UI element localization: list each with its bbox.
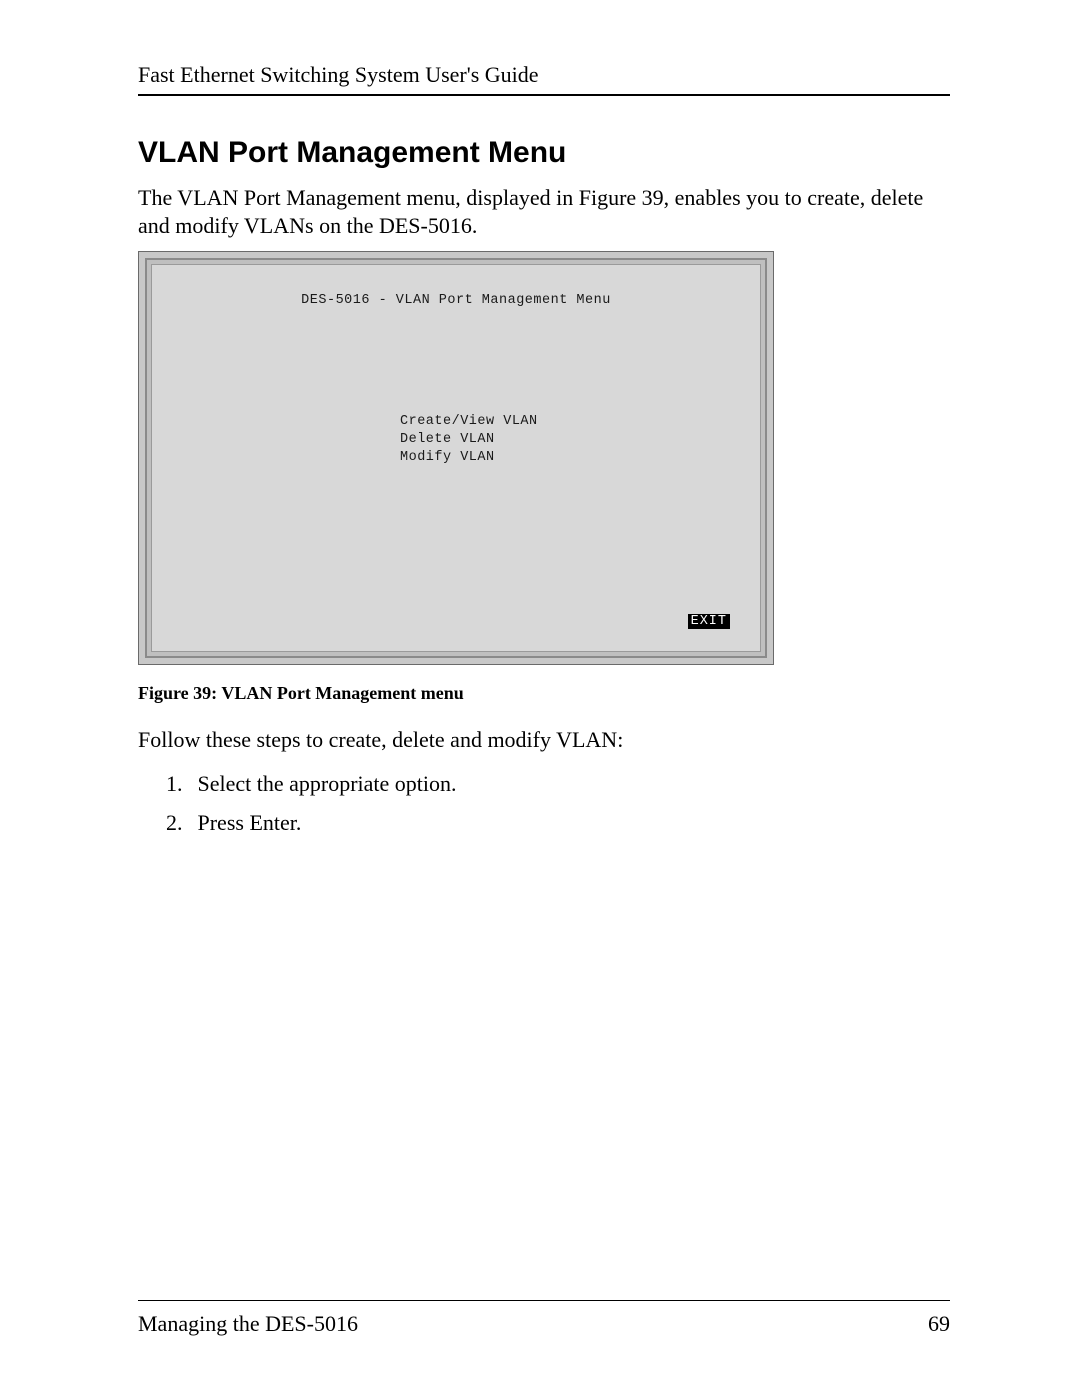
list-number: 2. — [166, 805, 192, 840]
list-number: 1. — [166, 766, 192, 801]
terminal-border-outer: DES-5016 - VLAN Port Management Menu Cre… — [145, 258, 767, 658]
footer-page-number: 69 — [928, 1311, 950, 1337]
terminal-title: DES-5016 - VLAN Port Management Menu — [152, 293, 760, 308]
list-text: Select the appropriate option. — [198, 771, 457, 796]
terminal-menu-item: Delete VLAN — [400, 431, 538, 449]
list-item: 2. Press Enter. — [166, 805, 950, 840]
intro-paragraph: The VLAN Port Management menu, displayed… — [138, 184, 950, 239]
footer-section-name: Managing the DES-5016 — [138, 1311, 358, 1337]
terminal-screen: DES-5016 - VLAN Port Management Menu Cre… — [151, 264, 761, 652]
figure-caption: Figure 39: VLAN Port Management menu — [138, 683, 950, 704]
page: Fast Ethernet Switching System User's Gu… — [0, 0, 1080, 1397]
page-footer: Managing the DES-5016 69 — [138, 1300, 950, 1337]
list-text: Press Enter. — [198, 810, 302, 835]
list-item: 1. Select the appropriate option. — [166, 766, 950, 801]
steps-intro: Follow these steps to create, delete and… — [138, 726, 950, 754]
terminal-menu-item: Modify VLAN — [400, 449, 538, 467]
steps-list: 1. Select the appropriate option. 2. Pre… — [166, 766, 950, 840]
terminal-menu-item: Create/View VLAN — [400, 413, 538, 431]
terminal-screenshot: DES-5016 - VLAN Port Management Menu Cre… — [138, 251, 774, 665]
terminal-menu: Create/View VLAN Delete VLAN Modify VLAN — [400, 413, 538, 468]
running-head: Fast Ethernet Switching System User's Gu… — [138, 62, 950, 96]
terminal-exit-button: EXIT — [688, 614, 730, 629]
section-title: VLAN Port Management Menu — [138, 136, 950, 170]
